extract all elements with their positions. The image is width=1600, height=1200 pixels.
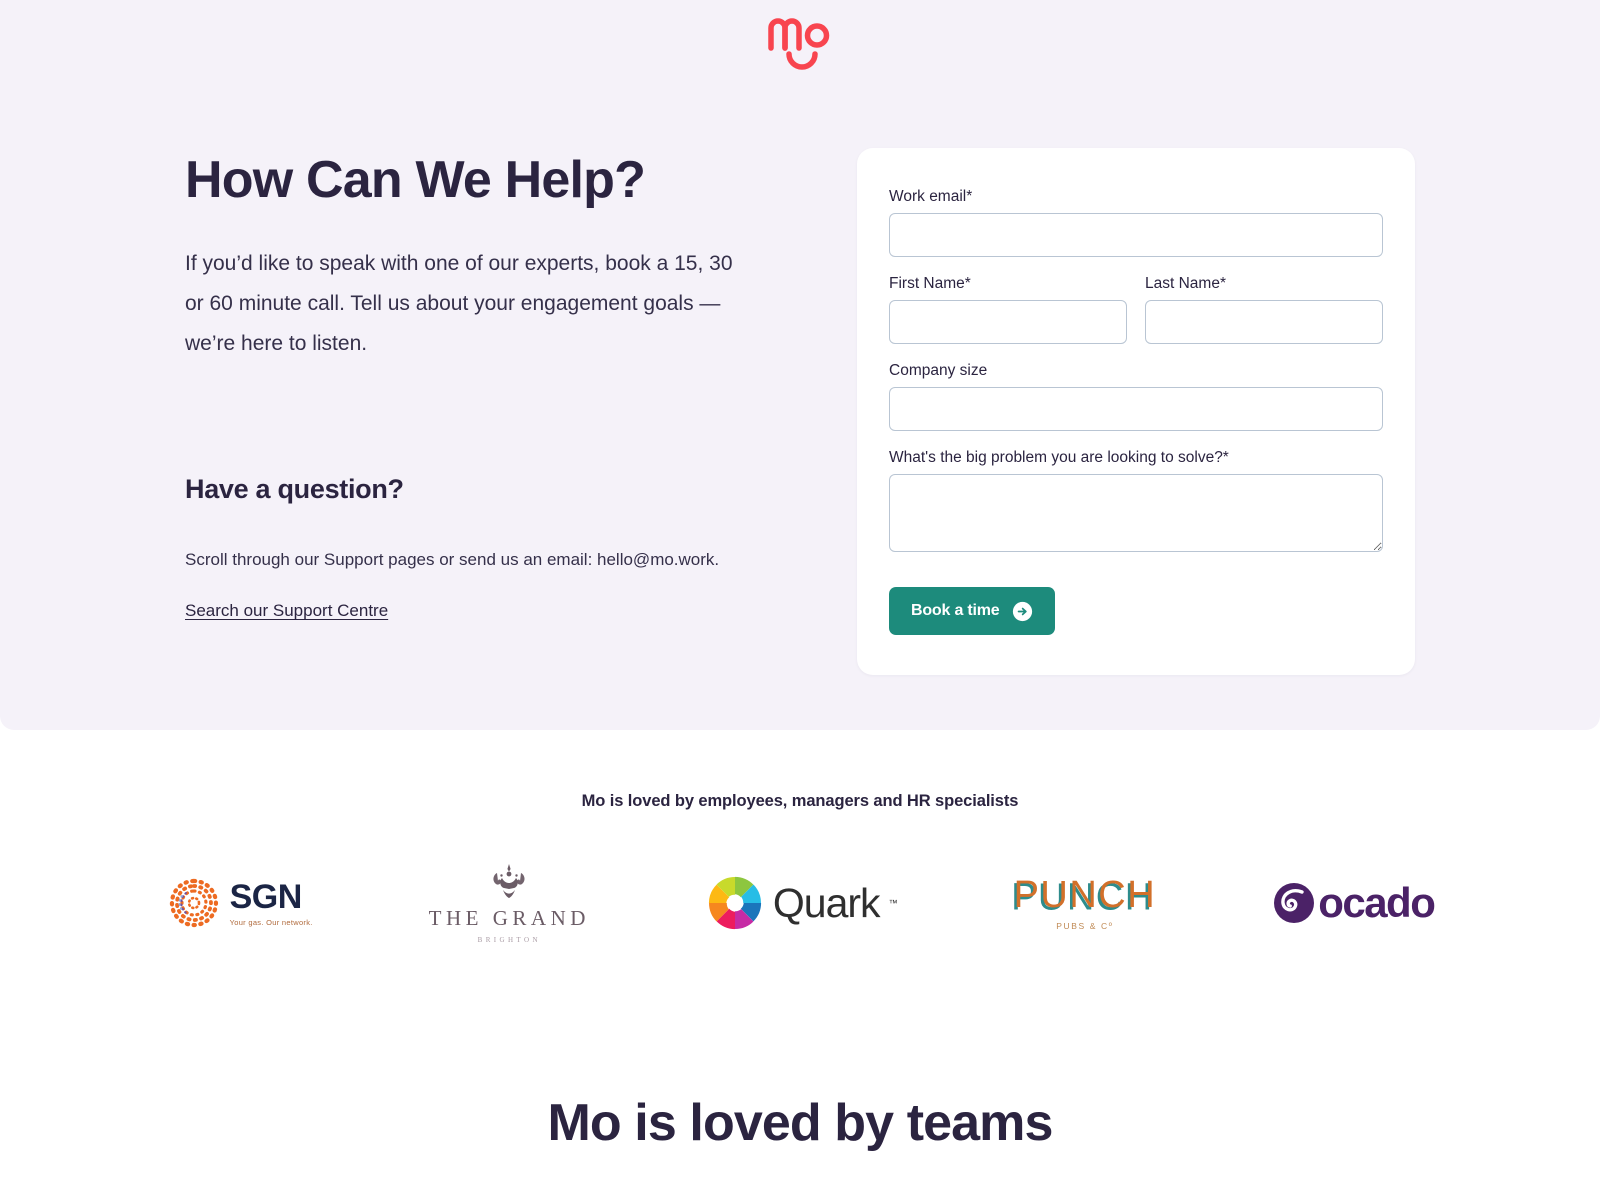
sgn-tagline: Your gas. Our network. [229, 917, 313, 927]
the-grand-wordmark: THE GRAND [428, 906, 590, 930]
field-company-size: Company size [889, 362, 1383, 431]
sgn-spiral-icon [169, 878, 218, 928]
last-name-input[interactable] [1145, 300, 1383, 344]
logos-heading: Mo is loved by employees, managers and H… [581, 792, 1019, 810]
mo-logo-icon [768, 18, 830, 70]
hero-lede: If you’d like to speak with one of our e… [185, 252, 733, 356]
loved-by-teams-heading: Mo is loved by teams [547, 1094, 1053, 1152]
contact-form-card: Work email* First Name* Last Name* Compa… [857, 148, 1415, 675]
label-work-email: Work email* [889, 188, 973, 205]
book-a-time-button[interactable]: Book a time [889, 587, 1055, 635]
arrow-right-circle-icon [1012, 601, 1032, 621]
field-last-name: Last Name* [1145, 275, 1383, 344]
punch-sublabel: PUBS & Cº [1056, 920, 1114, 931]
ocado-logo: ocado [1272, 879, 1436, 926]
site-logo[interactable] [0, 14, 1600, 70]
logos-row: SGN Your gas. Our network. THE GRAND BRI… [0, 862, 1600, 944]
label-last-name: Last Name* [1145, 275, 1226, 292]
field-work-email: Work email* [889, 188, 1383, 257]
quark-logo: Quark ™ [706, 874, 898, 932]
ocado-swirl-icon [1274, 883, 1315, 923]
ocado-wordmark: ocado [1318, 879, 1436, 926]
page-title: How Can We Help? [185, 151, 646, 209]
search-support-centre-link[interactable]: Search our Support Centre [185, 601, 388, 621]
have-a-question-title: Have a question? [185, 474, 404, 505]
punch-wordmark: PUNCH [1013, 873, 1157, 916]
quark-trademark: ™ [888, 898, 898, 908]
sgn-wordmark: SGN [229, 877, 303, 916]
label-big-problem: What's the big problem you are looking t… [889, 449, 1229, 466]
logo-item: PUNCH PUBS & Cº [1014, 863, 1157, 943]
book-a-time-label: Book a time [911, 602, 1000, 619]
work-email-input[interactable] [889, 213, 1383, 257]
the-grand-sublabel: BRIGHTON [477, 936, 541, 944]
logo-item: Quark ™ [706, 863, 898, 943]
logo-item: THE GRAND BRIGHTON [429, 862, 590, 944]
sgn-logo: SGN Your gas. Our network. [166, 875, 313, 931]
quark-pinwheel-icon [708, 876, 762, 930]
logo-item: SGN Your gas. Our network. [166, 863, 313, 943]
big-problem-textarea[interactable] [889, 474, 1383, 552]
first-name-input[interactable] [889, 300, 1127, 344]
punch-logo: PUNCH PUBS & Cº [1014, 876, 1157, 931]
name-field-row: First Name* Last Name* [889, 275, 1383, 362]
hero-left-column: How Can We Help? If you’d like to speak … [185, 148, 745, 688]
customer-logos-section: Mo is loved by employees, managers and H… [0, 730, 1600, 944]
field-big-problem: What's the big problem you are looking t… [889, 449, 1383, 557]
have-a-question-text: Scroll through our Support pages or send… [185, 550, 720, 570]
the-grand-logo: THE GRAND BRIGHTON [429, 862, 590, 944]
crown-ornament-icon [493, 864, 525, 898]
logo-item: ocado [1272, 863, 1436, 943]
label-first-name: First Name* [889, 275, 971, 292]
quark-wordmark: Quark [772, 879, 881, 926]
company-size-input[interactable] [889, 387, 1383, 431]
field-first-name: First Name* [889, 275, 1127, 344]
label-company-size: Company size [889, 362, 988, 379]
hero-section: How Can We Help? If you’d like to speak … [0, 0, 1600, 730]
